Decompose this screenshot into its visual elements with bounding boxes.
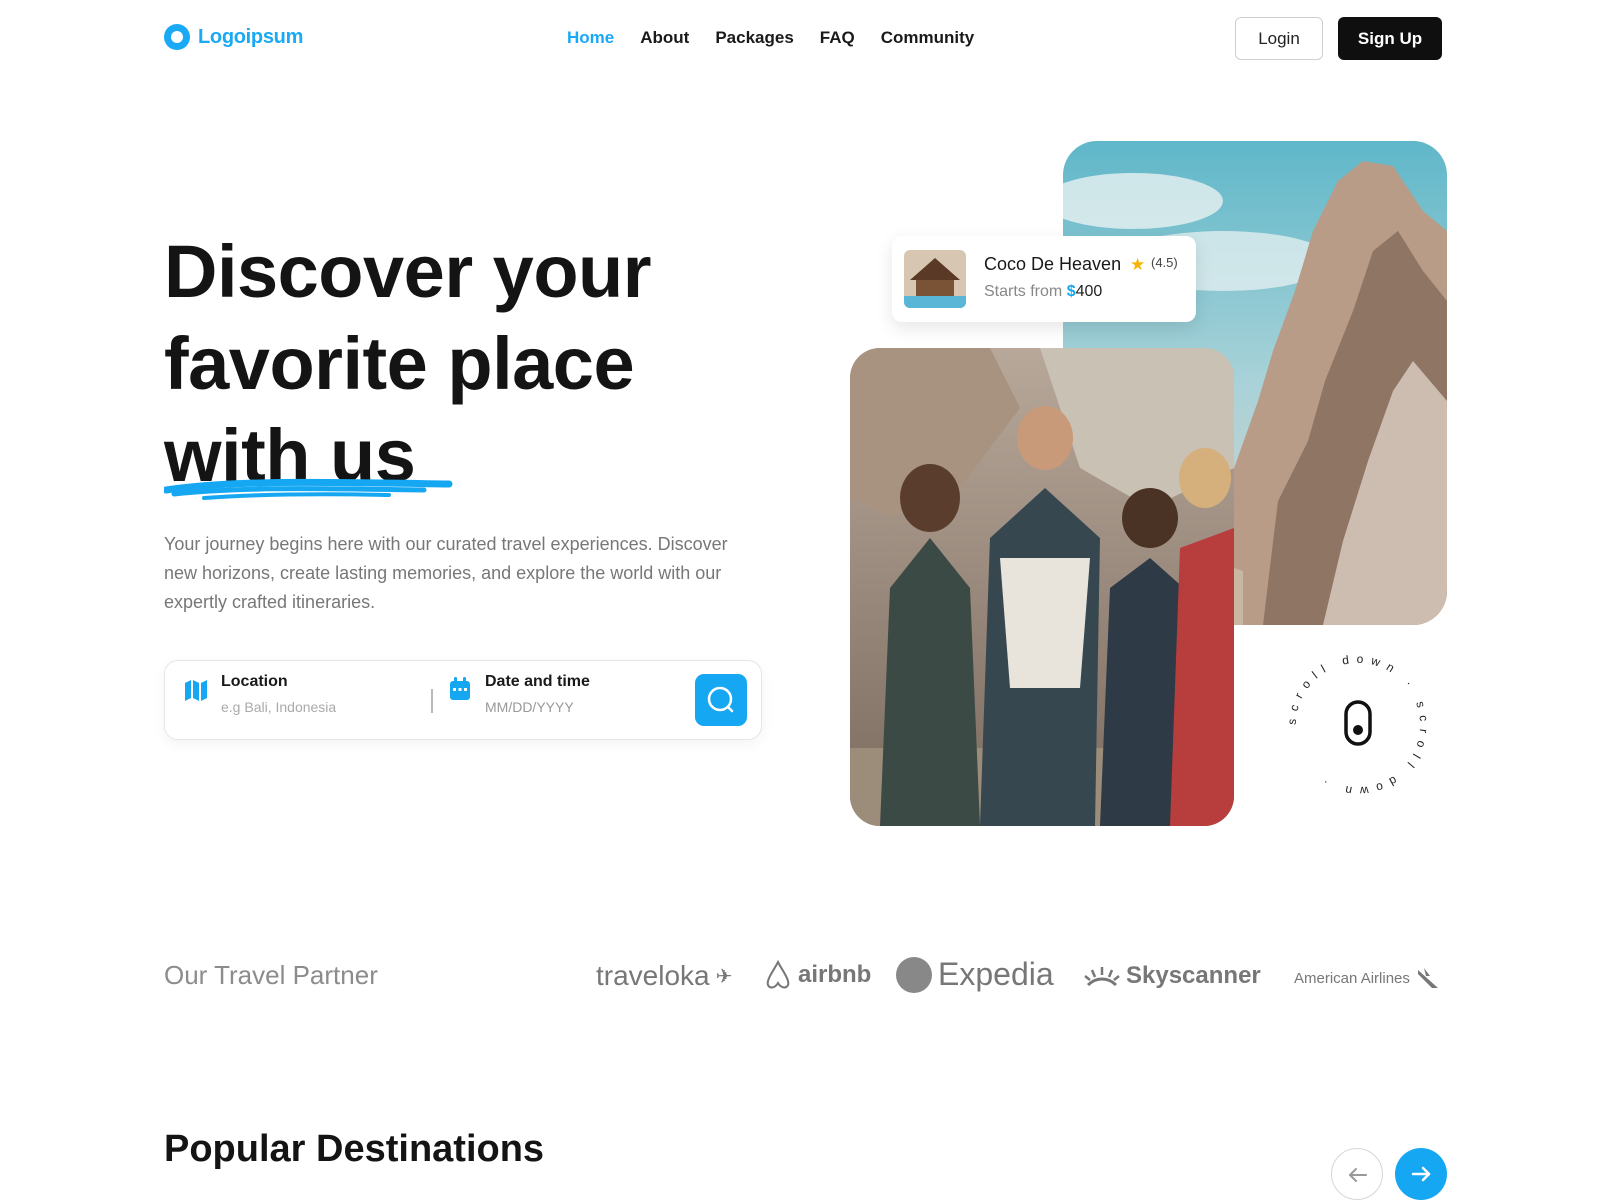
nav-item-packages[interactable]: Packages [715, 28, 793, 48]
hero-headline: Discover your favorite place with us [164, 226, 652, 502]
headline-line-1: Discover your [164, 230, 652, 313]
eagle-icon [1417, 968, 1438, 988]
search-bar: Location e.g Bali, Indonesia Date and ti… [164, 660, 762, 740]
partner-name: airbnb [798, 961, 872, 988]
location-label: Location [221, 673, 288, 690]
partner-logo-american-airlines[interactable]: American Airlines [1294, 966, 1440, 990]
location-field[interactable]: Location e.g Bali, Indonesia [221, 673, 336, 715]
calendar-icon [450, 677, 470, 700]
scroll-down-indicator[interactable]: scroll down · scroll down · [1283, 650, 1433, 800]
brand-name: Logoipsum [198, 25, 304, 48]
map-icon [185, 680, 207, 701]
featured-hotel-card[interactable]: Coco De Heaven ★ (4.5) Starts from $400 [892, 236, 1196, 322]
sunrise-icon [1084, 967, 1120, 987]
hotel-price: Starts from $400 [984, 283, 1102, 301]
hero-description: Your journey begins here with our curate… [164, 534, 728, 612]
login-button[interactable]: Login [1235, 17, 1323, 60]
signup-button[interactable]: Sign Up [1338, 17, 1442, 60]
prev-button[interactable] [1331, 1148, 1383, 1200]
brush-underline [164, 478, 453, 500]
logo-icon [164, 24, 190, 50]
search-button[interactable] [695, 674, 747, 726]
location-input[interactable]: e.g Bali, Indonesia [221, 699, 336, 715]
partner-name: traveloka [596, 960, 710, 991]
partner-logo-traveloka[interactable]: traveloka ✈ [596, 960, 732, 992]
headline-line-2: favorite place [164, 322, 635, 405]
hotel-name: Coco De Heaven [984, 254, 1122, 274]
top-navbar: Logoipsum Home About Packages FAQ Commun… [0, 0, 1600, 80]
date-field[interactable]: Date and time MM/DD/YYYY [485, 673, 590, 715]
bird-icon: ✈ [715, 965, 733, 988]
partner-logo-skyscanner[interactable]: Skyscanner [1084, 962, 1261, 990]
partner-logo-expedia[interactable]: Expedia [896, 956, 1054, 993]
nav-item-faq[interactable]: FAQ [820, 28, 855, 48]
partner-name: American Airlines [1294, 969, 1410, 987]
hotel-rating: (4.5) [1151, 255, 1178, 270]
price-currency: $ [1066, 283, 1076, 300]
date-input[interactable]: MM/DD/YYYY [485, 699, 590, 715]
arrow-right-icon [1411, 1166, 1431, 1182]
partner-name: Expedia [938, 956, 1054, 992]
main-menu: Home About Packages FAQ Community [567, 28, 974, 48]
scroll-hint-text: scroll down · scroll down · [1285, 652, 1424, 799]
section-title: Popular Destinations [164, 1128, 545, 1170]
friends-photo [850, 348, 1234, 826]
partner-name: Skyscanner [1126, 962, 1261, 989]
date-label: Date and time [485, 673, 590, 690]
airbnb-icon [766, 960, 790, 989]
mouse-icon [1344, 700, 1372, 746]
price-prefix: Starts from [984, 283, 1067, 300]
expedia-globe-icon [896, 956, 932, 993]
star-icon: ★ [1130, 255, 1146, 274]
nav-item-about[interactable]: About [640, 28, 689, 48]
search-icon [707, 686, 734, 713]
partner-logo-airbnb[interactable]: airbnb [764, 960, 871, 990]
next-button[interactable] [1395, 1148, 1447, 1200]
nav-item-community[interactable]: Community [881, 28, 975, 48]
arrow-left-icon [1349, 1168, 1367, 1182]
hotel-thumbnail [904, 250, 966, 308]
brand-logo[interactable]: Logoipsum [164, 24, 303, 50]
field-divider [431, 689, 433, 713]
price-amount: 400 [1075, 283, 1103, 300]
svg-text:scroll down · scroll down ·: scroll down · scroll down · [1285, 652, 1432, 799]
partners-title: Our Travel Partner [164, 960, 378, 990]
nav-item-home[interactable]: Home [567, 28, 614, 48]
